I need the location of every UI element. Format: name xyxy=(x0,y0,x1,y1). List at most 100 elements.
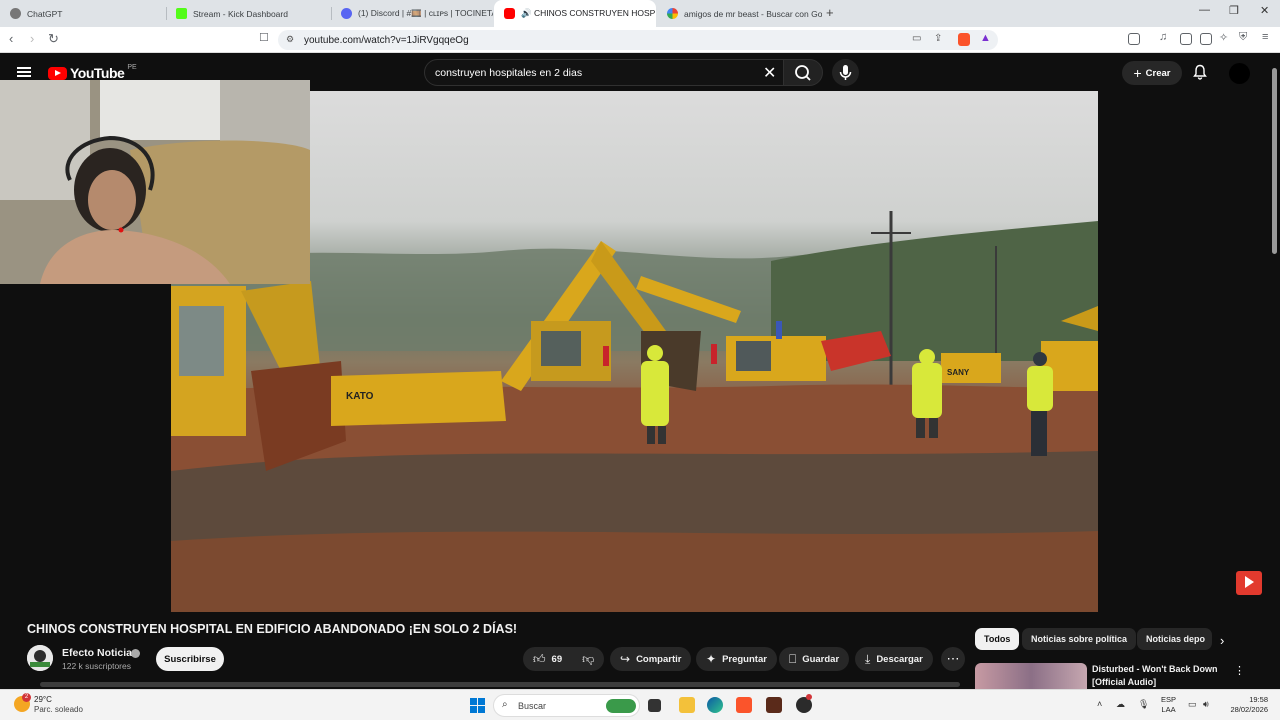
brave-rewards-icon[interactable]: ▲ xyxy=(980,32,991,44)
search-input[interactable]: construyen hospitales en 2 dias xyxy=(424,59,786,86)
windows-taskbar: 2 29°C Parc. soleado ⌕ Buscar ˄ ☁ 🎙︎ ESP… xyxy=(0,689,1280,720)
network-tray-icon[interactable]: ☁ xyxy=(1116,699,1125,710)
chip-politica[interactable]: Noticias sobre política xyxy=(1022,628,1137,650)
save-label: Guardar xyxy=(802,653,840,665)
clock-date: 28/02/2026 xyxy=(1230,705,1268,714)
reading-list-icon[interactable] xyxy=(1180,33,1192,45)
kick-icon xyxy=(176,8,187,19)
app-icon[interactable] xyxy=(766,697,782,713)
volume-tray-icon[interactable]: 🔊︎ xyxy=(1203,699,1209,710)
chatgpt-icon xyxy=(10,8,21,19)
more-actions-icon[interactable]: ⋯ xyxy=(941,647,965,671)
search-query: construyen hospitales en 2 dias xyxy=(435,66,583,79)
share-icon[interactable]: ⇪ xyxy=(934,33,942,44)
reload-icon[interactable]: ↻ xyxy=(48,31,59,47)
download-icon: ⤓ xyxy=(865,651,871,666)
ask-button[interactable]: ✦ Preguntar xyxy=(696,647,777,671)
system-clock[interactable]: 19:58 28/02/2026 xyxy=(1225,695,1268,715)
close-window-icon[interactable]: ✕ xyxy=(1260,4,1269,17)
tab-kick-dashboard[interactable]: Stream - Kick Dashboard xyxy=(166,0,331,27)
notifications-bell-icon[interactable] xyxy=(1192,64,1208,80)
download-button[interactable]: ⤓ Descargar xyxy=(855,647,933,671)
like-icon[interactable]: 👍︎ xyxy=(533,652,546,667)
restore-icon[interactable]: ❐ xyxy=(1229,4,1239,17)
windows-start-icon[interactable] xyxy=(470,698,485,713)
create-button[interactable]: + Crear xyxy=(1122,61,1182,85)
webcam-overlay xyxy=(0,80,310,284)
share-button[interactable]: ↪ Compartir xyxy=(610,647,692,671)
microphone-icon xyxy=(839,65,852,80)
wallet-icon[interactable] xyxy=(1200,33,1212,45)
channel-avatar[interactable] xyxy=(27,645,53,671)
tab-title: (1) Discord | #🎞️ | ᴄʟɪᴘs | TOCINETA xyxy=(358,8,493,18)
tab-title: amigos de mr beast - Buscar con Go xyxy=(684,8,822,19)
hamburger-menu-icon[interactable] xyxy=(17,67,31,77)
download-label: Descargar xyxy=(876,653,923,665)
weather-condition[interactable]: Parc. soleado xyxy=(34,705,83,714)
tab-chatgpt[interactable]: ChatGPT xyxy=(0,0,165,27)
channel-logo-icon xyxy=(27,645,53,671)
temperature[interactable]: 29°C xyxy=(34,695,52,704)
ask-label: Preguntar xyxy=(722,653,767,665)
forward-icon[interactable]: › xyxy=(30,31,34,46)
like-count[interactable]: 69 xyxy=(552,654,563,665)
extensions-icon[interactable]: ✧ xyxy=(1219,31,1228,44)
minimize-icon[interactable]: — xyxy=(1199,4,1210,16)
task-view-icon[interactable] xyxy=(648,699,661,712)
sidebar-toggle-icon[interactable] xyxy=(1128,33,1140,45)
vpn-icon[interactable]: ⛨ xyxy=(1239,31,1247,44)
cast-icon[interactable]: ▭ xyxy=(912,33,921,44)
chevron-right-icon[interactable]: › xyxy=(1220,633,1224,648)
chip-deportes[interactable]: Noticias depo xyxy=(1137,628,1212,650)
streamer-webcam-feed xyxy=(0,80,310,284)
clear-search-icon[interactable]: ✕ xyxy=(763,63,776,83)
chevron-up-icon[interactable]: ˄ xyxy=(1097,699,1102,709)
url-text: youtube.com/watch?v=1JiRVgqqeOg xyxy=(304,34,469,46)
plus-icon: + xyxy=(1133,65,1142,81)
page-scrollbar-thumb[interactable] xyxy=(1272,68,1277,254)
back-icon[interactable]: ‹ xyxy=(9,31,13,46)
tab-title: Stream - Kick Dashboard xyxy=(193,8,288,19)
menu-icon[interactable]: ≡ xyxy=(1262,31,1268,43)
new-tab-button[interactable]: + xyxy=(826,5,834,20)
youtube-logo[interactable]: YouTube PE xyxy=(48,64,137,81)
description-scroll-hint xyxy=(40,682,960,687)
monitor-tray-icon[interactable]: ▭ xyxy=(1188,699,1197,710)
file-explorer-icon[interactable] xyxy=(679,697,695,713)
browser-toolbar: ‹ › ↻ ☐ ⚙ youtube.com/watch?v=1JiRVgqqeO… xyxy=(0,27,1280,53)
language-code: ESP xyxy=(1161,695,1177,704)
verified-badge-icon xyxy=(131,649,140,658)
voice-search-button[interactable] xyxy=(832,59,859,86)
subscribe-button[interactable]: Suscribirse xyxy=(156,647,224,671)
taskbar-search-input[interactable]: ⌕ Buscar xyxy=(493,694,640,717)
tab-youtube-active[interactable]: 🔊 CHINOS CONSTRUYEN HOSP ✕ xyxy=(494,0,656,27)
share-label: Compartir xyxy=(636,653,682,665)
notification-dot xyxy=(806,694,812,700)
search-highlight-icon xyxy=(606,699,636,713)
brave-browser-icon[interactable] xyxy=(736,697,752,713)
recommendation-thumbnail[interactable] xyxy=(975,663,1087,689)
video-player[interactable]: KATO SANY xyxy=(171,91,1098,612)
edge-browser-icon[interactable] xyxy=(707,697,723,713)
tab-discord[interactable]: (1) Discord | #🎞️ | ᴄʟɪᴘs | TOCINETA xyxy=(331,0,493,27)
save-button[interactable]: ⎕ Guardar xyxy=(779,647,850,671)
taskbar-search-placeholder: Buscar xyxy=(518,700,547,711)
site-info-icon[interactable]: ⚙ xyxy=(286,34,294,45)
brave-shields-icon[interactable] xyxy=(958,33,970,46)
kebab-menu-icon[interactable]: ⋮ xyxy=(1234,664,1245,677)
address-bar[interactable]: ⚙ youtube.com/watch?v=1JiRVgqqeOg ▭ ⇪ ▲ xyxy=(278,30,998,50)
search-button[interactable] xyxy=(783,59,823,86)
music-icon[interactable]: ♫ xyxy=(1159,31,1167,43)
mic-tray-icon[interactable]: 🎙︎ xyxy=(1138,699,1149,710)
bookmark-icon[interactable]: ☐ xyxy=(259,31,269,44)
recommendation-title[interactable]: Disturbed - Won't Back Down [Official Au… xyxy=(1092,663,1222,689)
dislike-icon[interactable]: 👎︎ xyxy=(582,652,594,667)
chip-todos[interactable]: Todos xyxy=(975,628,1020,650)
bookmark-save-icon: ⎕ xyxy=(789,651,797,666)
channel-name[interactable]: Efecto Noticia xyxy=(62,647,132,659)
input-language[interactable]: ESP LAA xyxy=(1161,695,1176,715)
account-avatar[interactable] xyxy=(1229,63,1250,84)
search-icon: ⌕ xyxy=(502,699,508,710)
tab-google-search[interactable]: amigos de mr beast - Buscar con Go xyxy=(657,0,822,27)
subscribe-watermark-icon[interactable] xyxy=(1236,571,1262,595)
